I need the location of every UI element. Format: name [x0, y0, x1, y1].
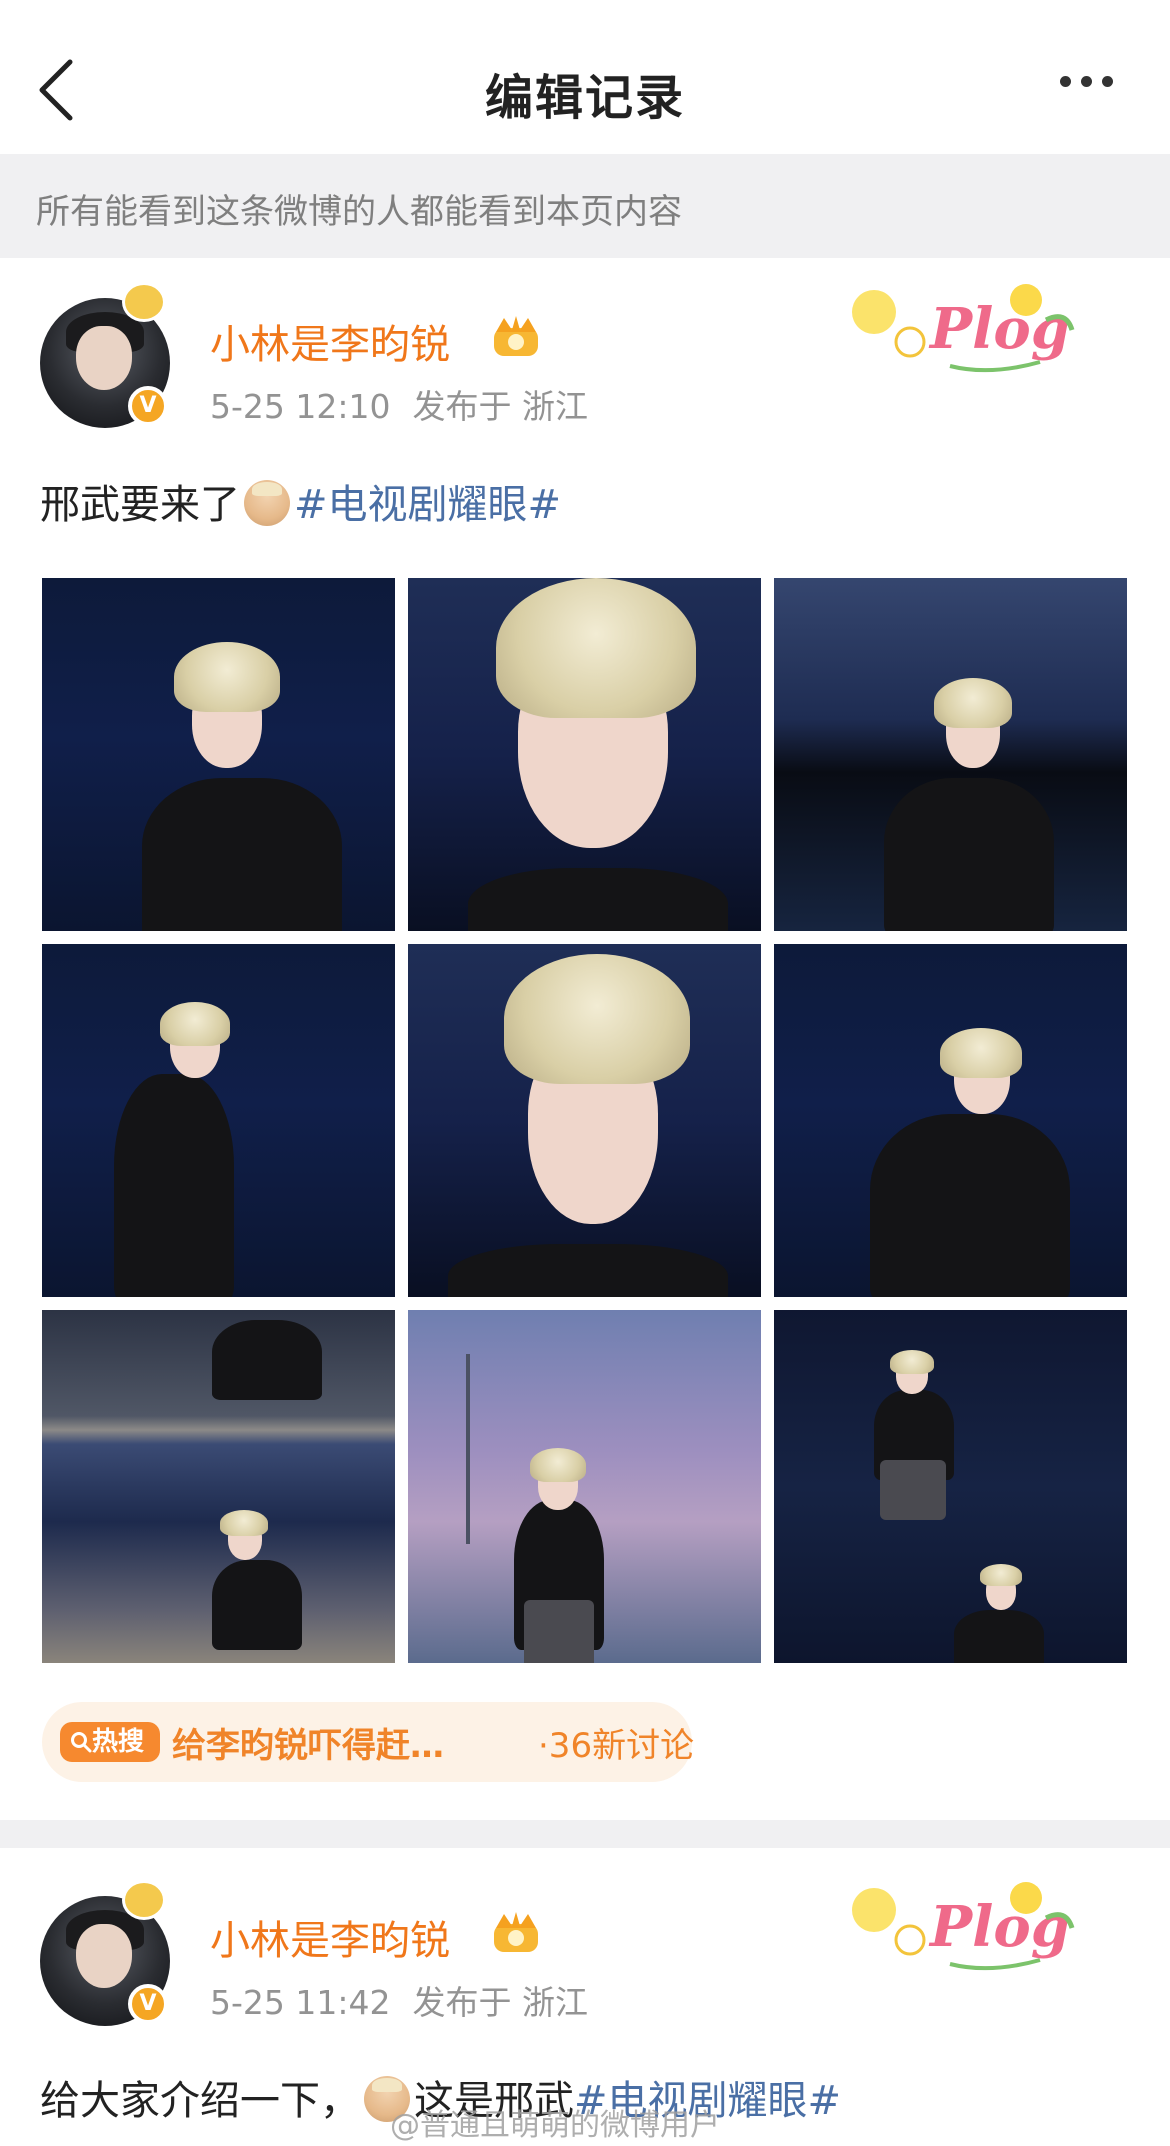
post-image[interactable] — [774, 944, 1127, 1297]
post-image[interactable] — [408, 1310, 761, 1663]
post-location: 发布于 浙江 — [412, 387, 589, 426]
street-lamp — [466, 1354, 470, 1544]
username[interactable]: 小林是李昀锐 — [210, 1908, 450, 1966]
crown-badge-icon — [494, 1912, 538, 1952]
watermark: @普通且萌萌的微博用户 — [390, 2108, 720, 2143]
search-icon — [71, 1732, 92, 1753]
plog-sticker-icon: Plog — [852, 284, 1075, 373]
post-meta: 5-25 12:10 发布于 浙江 — [210, 380, 588, 428]
post-time: 5-25 11:42 — [210, 1983, 391, 2022]
post-location: 发布于 浙江 — [412, 1983, 589, 2022]
nav-bar: 编辑记录 — [0, 0, 1170, 154]
post-image[interactable] — [408, 578, 761, 931]
saluting-emoji-icon — [244, 480, 290, 526]
page-title: 编辑记录 — [484, 70, 685, 126]
visibility-notice: 所有能看到这条微博的人都能看到本页内容 — [0, 154, 1170, 258]
post-image[interactable] — [42, 944, 395, 1297]
hashtag-link[interactable]: #电视剧耀眼# — [294, 482, 561, 528]
divider — [0, 1820, 1170, 1848]
verified-badge-icon: V — [128, 1984, 168, 2024]
post-image[interactable] — [42, 1310, 395, 1663]
avatar[interactable]: V — [40, 1880, 170, 2026]
more-button[interactable] — [1060, 72, 1130, 102]
post-image[interactable] — [408, 944, 761, 1297]
crown-badge-icon — [494, 316, 538, 356]
post-meta: 5-25 11:42 发布于 浙江 — [210, 1976, 588, 2024]
verified-badge-icon: V — [128, 386, 168, 426]
post-text: 邢武要来了 #电视剧耀眼# — [40, 472, 561, 530]
post-image[interactable] — [42, 578, 395, 931]
hot-search-pill[interactable]: 热搜 给李昀锐吓得赶… ·36新讨论 — [42, 1702, 695, 1782]
post-time: 5-25 12:10 — [210, 387, 391, 426]
svg-text:Plog: Plog — [928, 1894, 1070, 1960]
post-image[interactable] — [774, 1310, 1127, 1663]
hot-search-badge: 热搜 — [60, 1722, 160, 1762]
visibility-notice-text: 所有能看到这条微博的人都能看到本页内容 — [36, 192, 682, 232]
avatar-decoration-icon — [122, 282, 166, 322]
post-image[interactable] — [774, 578, 1127, 931]
plog-sticker-icon: Plog — [852, 1882, 1075, 1971]
hot-search-count: ·36新讨论 — [538, 1726, 695, 1766]
more-dots-icon — [1060, 76, 1071, 87]
avatar-decoration-icon — [122, 1880, 166, 1920]
post-text-body: 给大家介绍一下， — [40, 2078, 360, 2124]
hot-search-label: 给李昀锐吓得赶… — [172, 1726, 444, 1766]
post-text-body: 邢武要来了 — [40, 482, 240, 528]
svg-text:Plog: Plog — [928, 296, 1070, 362]
hot-search-badge-text: 热搜 — [92, 1727, 145, 1757]
username[interactable]: 小林是李昀锐 — [210, 312, 450, 370]
avatar[interactable]: V — [40, 282, 170, 428]
